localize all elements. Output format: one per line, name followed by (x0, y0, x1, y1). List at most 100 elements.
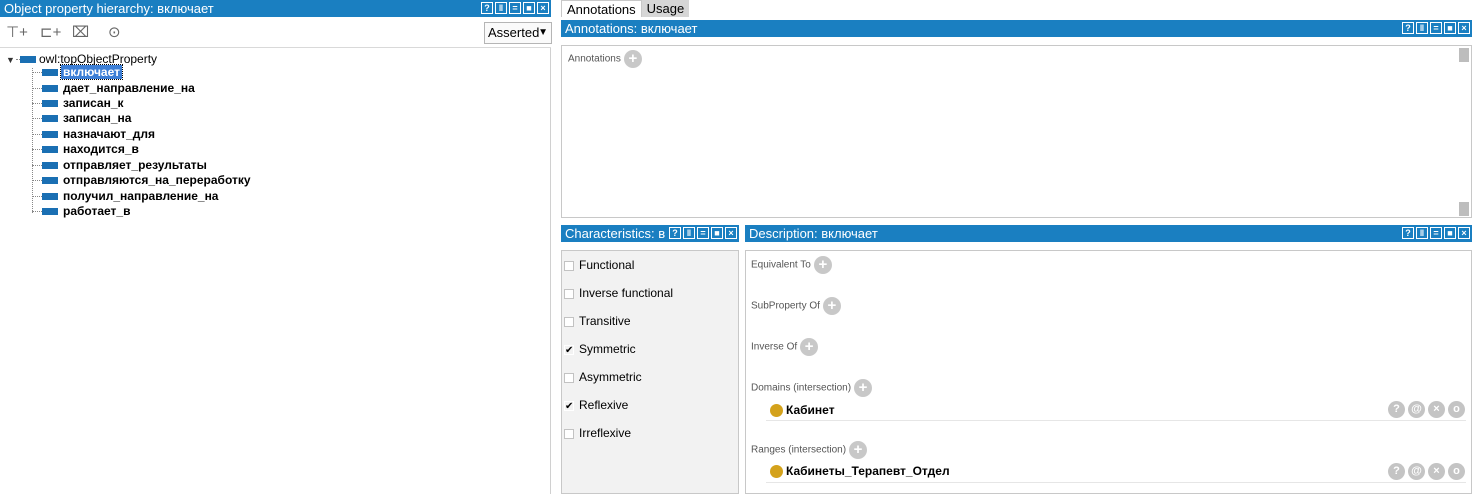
tree-item[interactable]: дает_направление_на (32, 81, 197, 96)
equivalent-to-section: Equivalent To + (751, 256, 832, 274)
add-equivalent-icon[interactable]: + (813, 256, 832, 274)
close-icon[interactable]: × (1458, 227, 1470, 239)
tab-annotations[interactable]: Annotations (561, 0, 642, 17)
checkmark-icon[interactable]: ✔ (564, 400, 574, 411)
float-icon[interactable]: ■ (1444, 227, 1456, 239)
help-icon[interactable]: ? (481, 2, 493, 14)
close-icon[interactable]: × (1458, 22, 1470, 34)
characteristic-functional[interactable]: Functional (564, 257, 634, 273)
scrollbar-down[interactable] (1459, 202, 1469, 216)
ranges-label: Ranges (intersection) (751, 444, 847, 456)
tree-root[interactable]: ▼ owl:topObjectProperty (6, 52, 157, 66)
window-controls: ? ‖ = ■ × (1402, 227, 1470, 239)
add-sub-property-icon[interactable]: ⊤+ (6, 25, 28, 40)
watch-icon[interactable]: ⊙ (108, 25, 121, 40)
tree-item[interactable]: записан_к (32, 96, 126, 111)
split-vertical-icon[interactable]: ‖ (683, 227, 695, 239)
split-horizontal-icon[interactable]: = (697, 227, 709, 239)
explain-icon[interactable]: ? (1388, 463, 1405, 480)
characteristic-transitive[interactable]: Transitive (564, 313, 631, 329)
tree-item-label: записан_на (63, 111, 132, 125)
tree-item-label: находится_в (63, 142, 139, 156)
split-vertical-icon[interactable]: ‖ (495, 2, 507, 14)
object-property-icon (42, 193, 58, 201)
range-actions: ? @ × o (1388, 463, 1465, 480)
delete-icon[interactable]: × (1428, 463, 1445, 480)
scrollbar-up[interactable] (1459, 48, 1469, 62)
split-horizontal-icon[interactable]: = (1430, 227, 1442, 239)
help-icon[interactable]: ? (1402, 22, 1414, 34)
split-vertical-icon[interactable]: ‖ (1416, 227, 1428, 239)
divider (766, 420, 1466, 421)
close-icon[interactable]: × (537, 2, 549, 14)
object-property-icon (42, 115, 58, 123)
checkbox[interactable] (564, 316, 574, 327)
domains-label: Domains (intersection) (751, 382, 852, 394)
annotate-icon[interactable]: @ (1408, 401, 1425, 418)
characteristic-reflexive[interactable]: ✔ Reflexive (564, 397, 628, 413)
characteristics-panel-title: Characteristics: в ? ‖ = ■ × (561, 225, 739, 242)
expand-triangle-icon[interactable]: ▼ (6, 53, 16, 67)
object-property-icon (42, 69, 58, 77)
characteristic-label: Functional (579, 258, 635, 272)
checkbox[interactable] (564, 372, 574, 383)
range-value: Кабинеты_Терапевт_Отдел (786, 464, 950, 478)
float-icon[interactable]: ■ (711, 227, 723, 239)
help-icon[interactable]: ? (1402, 227, 1414, 239)
tree-item[interactable]: назначают_для (32, 127, 157, 142)
hierarchy-panel-title: Object property hierarchy: включает ? ‖ … (0, 0, 551, 17)
annotations-panel-title: Annotations: включает ? ‖ = ■ × (561, 20, 1472, 37)
characteristic-asymmetric[interactable]: Asymmetric (564, 369, 642, 385)
characteristic-inverse-functional[interactable]: Inverse functional (564, 285, 673, 301)
delete-icon[interactable]: × (1428, 401, 1445, 418)
checkmark-icon[interactable]: ✔ (564, 344, 574, 355)
add-inverse-icon[interactable]: + (800, 338, 819, 356)
entity-tabs: Annotations Usage (561, 0, 690, 17)
delete-property-icon[interactable]: ⌧ (72, 25, 89, 40)
tree-item[interactable]: работает_в (32, 204, 132, 219)
checkbox[interactable] (564, 288, 574, 299)
checkbox[interactable] (564, 260, 574, 271)
split-horizontal-icon[interactable]: = (1430, 22, 1442, 34)
split-horizontal-icon[interactable]: = (509, 2, 521, 14)
window-controls: ? ‖ = ■ × (481, 2, 549, 14)
object-property-icon (42, 162, 58, 170)
add-subproperty-icon[interactable]: + (822, 297, 841, 315)
add-domain-icon[interactable]: + (854, 379, 873, 397)
tree-item[interactable]: находится_в (32, 142, 141, 157)
tree-item[interactable]: получил_направление_на (32, 189, 220, 204)
characteristic-symmetric[interactable]: ✔ Symmetric (564, 341, 636, 357)
tree-item[interactable]: отправляются_на_переработку (32, 173, 253, 188)
annotate-icon[interactable]: @ (1408, 463, 1425, 480)
float-icon[interactable]: ■ (1444, 22, 1456, 34)
hierarchy-title-text: Object property hierarchy: включает (4, 1, 214, 16)
range-entry[interactable]: Кабинеты_Терапевт_Отдел (770, 464, 950, 479)
tree-item[interactable]: отправляет_результаты (32, 158, 209, 173)
characteristic-label: Asymmetric (579, 370, 642, 384)
divider (766, 482, 1466, 483)
add-range-icon[interactable]: + (849, 441, 868, 459)
hierarchy-view-select[interactable]: Asserted ▼ (484, 22, 552, 44)
annotations-body: Annotations + (561, 45, 1472, 218)
tree-item-label: отправляются_на_переработку (63, 173, 251, 187)
help-icon[interactable]: ? (669, 227, 681, 239)
domain-entry[interactable]: Кабинет (770, 403, 835, 418)
tree-item[interactable]: записан_на (32, 111, 133, 126)
tree-item-label: записан_к (63, 96, 124, 110)
add-annotation-icon[interactable]: + (623, 50, 642, 68)
description-body: Equivalent To + SubProperty Of + Inverse O… (745, 250, 1472, 494)
explain-icon[interactable]: ? (1388, 401, 1405, 418)
tree-item-label: включает (60, 64, 123, 80)
split-vertical-icon[interactable]: ‖ (1416, 22, 1428, 34)
tree-item-vklyuchaet[interactable]: включает (32, 64, 123, 80)
characteristics-title-text: Characteristics: в (565, 226, 666, 241)
float-icon[interactable]: ■ (523, 2, 535, 14)
edit-icon[interactable]: o (1448, 463, 1465, 480)
add-sibling-property-icon[interactable]: ⊏+ (40, 25, 61, 40)
checkbox[interactable] (564, 428, 574, 439)
characteristic-irreflexive[interactable]: Irreflexive (564, 425, 631, 441)
tab-usage[interactable]: Usage (641, 0, 690, 17)
edit-icon[interactable]: o (1448, 401, 1465, 418)
domain-value: Кабинет (786, 403, 835, 417)
close-icon[interactable]: × (725, 227, 737, 239)
